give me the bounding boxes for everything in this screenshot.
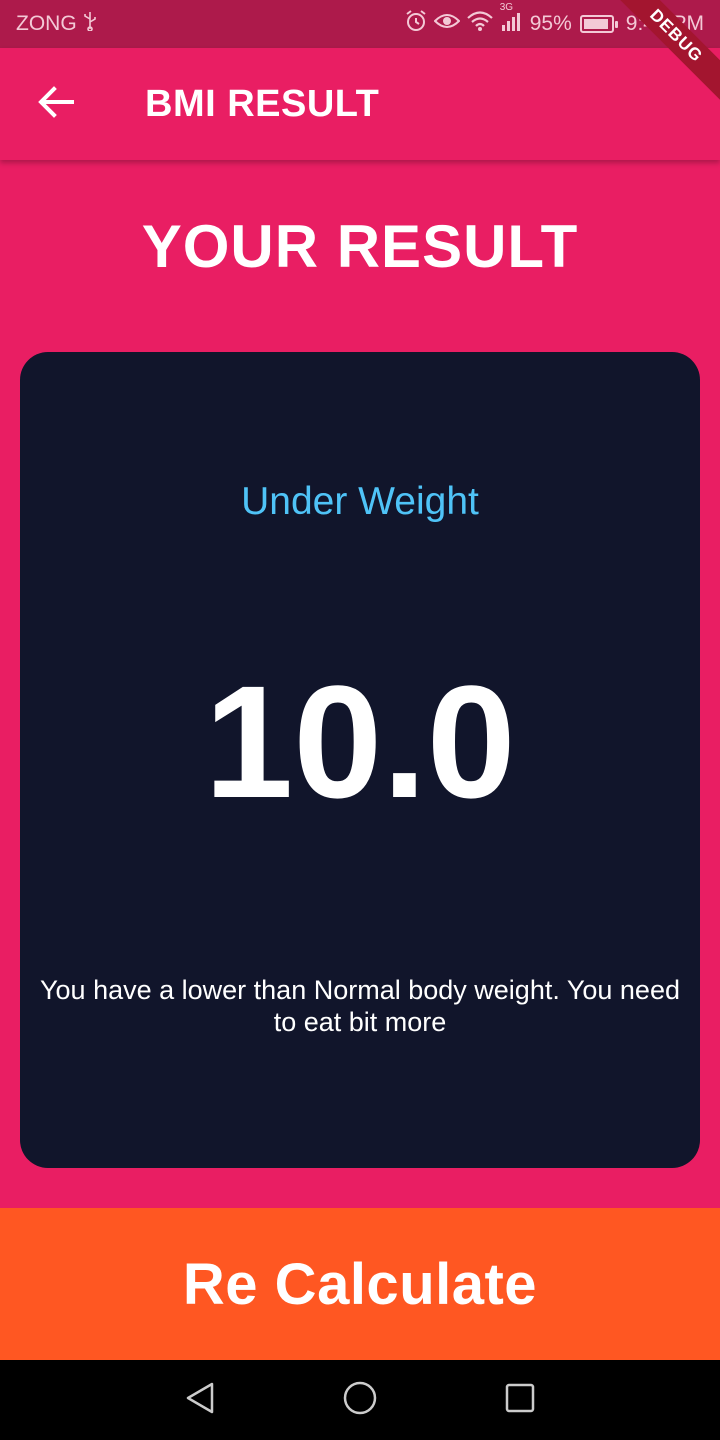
- carrier-label: ZONG: [16, 12, 77, 35]
- network-label: 3G: [499, 2, 514, 13]
- back-button[interactable]: [0, 48, 112, 160]
- nav-recents-button[interactable]: [440, 1360, 600, 1440]
- app-bar: BMI RESULT: [0, 48, 720, 160]
- status-left: ZONG: [16, 11, 97, 37]
- recalculate-button[interactable]: Re Calculate: [0, 1208, 720, 1360]
- home-circle-icon: [342, 1380, 378, 1421]
- system-nav-bar: [0, 1360, 720, 1440]
- page-title: YOUR RESULT: [141, 213, 579, 280]
- battery-percent: 95%: [529, 12, 572, 35]
- result-card: Under Weight 10.0 You have a lower than …: [20, 352, 700, 1168]
- bmi-value: 10.0: [204, 652, 516, 831]
- nav-home-button[interactable]: [280, 1360, 440, 1440]
- status-bar: ZONG 3G 95% 9:40 PM: [0, 0, 720, 48]
- bmi-category: Under Weight: [241, 480, 479, 523]
- battery-charging-icon: [579, 15, 618, 33]
- alarm-icon: [404, 9, 428, 39]
- app-title: BMI RESULT: [145, 82, 380, 125]
- recents-square-icon: [504, 1382, 536, 1419]
- usb-icon: [83, 11, 97, 37]
- bmi-advice: You have a lower than Normal body weight…: [40, 975, 680, 1037]
- back-triangle-icon: [184, 1381, 216, 1420]
- wifi-icon: [466, 10, 494, 38]
- arrow-back-icon: [38, 85, 74, 123]
- signal-icon: 3G: [500, 2, 524, 37]
- nav-back-button[interactable]: [120, 1360, 280, 1440]
- eye-icon: [433, 11, 461, 37]
